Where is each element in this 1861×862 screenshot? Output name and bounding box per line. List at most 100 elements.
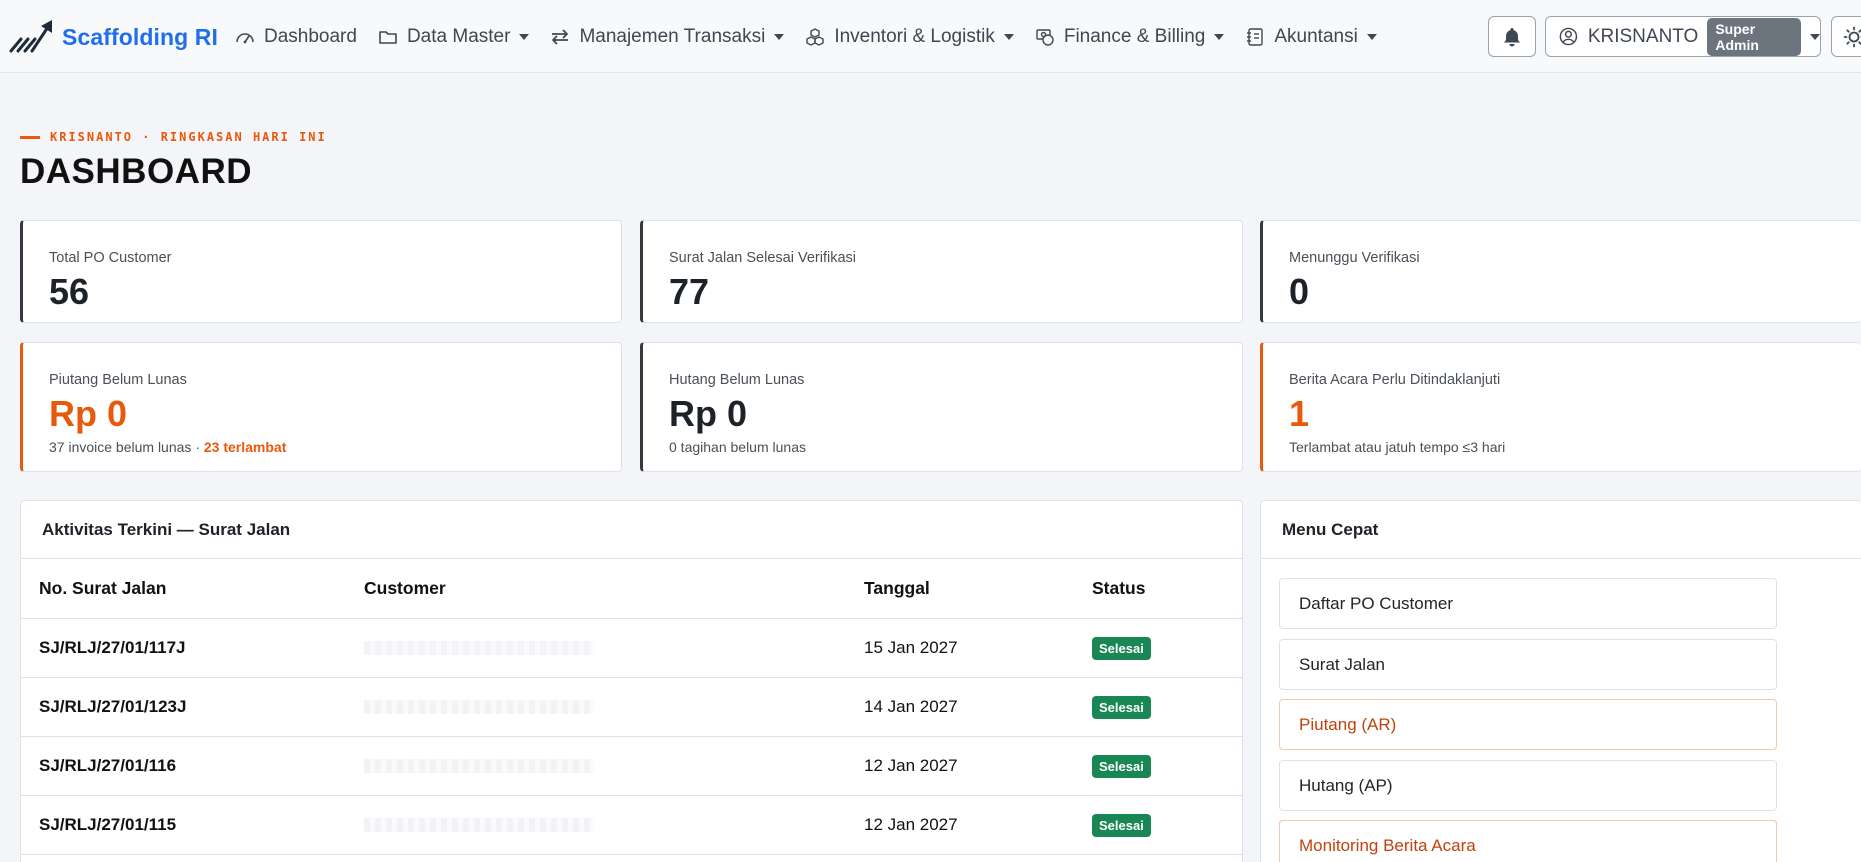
nav-item-akuntansi[interactable]: Akuntansi xyxy=(1245,26,1377,48)
stat-sub-late: 23 terlambat xyxy=(203,439,287,455)
customer-cell xyxy=(346,618,846,678)
date-cell: 14 Jan 2027 xyxy=(846,677,1074,737)
sj-number[interactable]: SJ/RLJ/27/01/115 xyxy=(21,795,346,855)
stat-sub: 37 invoice belum lunas · 23 terlambat xyxy=(49,439,286,455)
date-cell: 15 Jan 2027 xyxy=(846,618,1074,678)
status-badge: Selesai xyxy=(1092,813,1151,837)
bell-icon xyxy=(1504,27,1520,46)
customer-cell xyxy=(346,677,846,737)
main-nav: Dashboard Data Master Manajemen Transaks… xyxy=(235,20,1398,54)
quick-link-surat-jalan[interactable]: Surat Jalan xyxy=(1279,639,1777,690)
stat-card-waiting-verification[interactable]: Menunggu Verifikasi 0 xyxy=(1260,220,1861,323)
nav-item-data-master[interactable]: Data Master xyxy=(378,26,530,48)
table-row[interactable]: SJ/RLJ/27/01/123J 14 Jan 2027 Selesai xyxy=(21,677,1242,737)
activity-panel: Aktivitas Terkini — Surat Jalan No. Sura… xyxy=(20,500,1243,862)
date-cell: 12 Jan 2027 xyxy=(846,736,1074,796)
speedometer-icon xyxy=(236,33,254,44)
eyebrow-text: KRISNANTO · RINGKASAN HARI INI xyxy=(50,130,327,144)
status-badge: Selesai xyxy=(1092,754,1151,778)
stat-value: Rp 0 xyxy=(49,393,128,434)
quick-link-hutang[interactable]: Hutang (AP) xyxy=(1279,760,1777,811)
stat-card-receivables[interactable]: Piutang Belum Lunas Rp 0 37 invoice belu… xyxy=(20,342,622,472)
sj-number[interactable]: SJ/RLJ/27/01/123J xyxy=(21,677,346,737)
redacted-customer xyxy=(364,699,594,714)
customer-cell xyxy=(346,795,846,855)
nav-label: Dashboard xyxy=(264,26,357,47)
status-badge: Selesai xyxy=(1092,636,1151,660)
stat-label: Menunggu Verifikasi xyxy=(1289,250,1420,266)
notifications-button[interactable] xyxy=(1488,16,1536,57)
stat-label: Piutang Belum Lunas xyxy=(49,372,187,388)
brand-name: Scaffolding RI xyxy=(62,23,219,50)
status-cell: Selesai xyxy=(1074,736,1242,796)
redacted-customer xyxy=(364,758,594,773)
caret-down-icon xyxy=(774,34,785,40)
redacted-customer xyxy=(364,817,594,832)
stat-card-sj-verified[interactable]: Surat Jalan Selesai Verifikasi 77 xyxy=(640,220,1243,323)
stat-value: 1 xyxy=(1289,393,1310,434)
stat-card-po-customer[interactable]: Total PO Customer 56 xyxy=(20,220,622,323)
table-row[interactable]: SJ/RLJ/27/01/115 12 Jan 2027 Selesai xyxy=(21,795,1242,855)
folder-icon xyxy=(379,31,397,44)
swap-arrows-icon xyxy=(552,29,569,45)
top-navbar: Scaffolding RI Dashboard Data Master Man… xyxy=(0,0,1861,73)
stat-sub: 0 tagihan belum lunas xyxy=(669,439,806,455)
stat-label: Total PO Customer xyxy=(49,250,172,266)
status-cell: Selesai xyxy=(1074,677,1242,737)
page-eyebrow: KRISNANTO · RINGKASAN HARI INI xyxy=(20,130,327,144)
page-title: DASHBOARD xyxy=(20,152,252,191)
quick-menu-title: Menu Cepat xyxy=(1261,501,1861,559)
caret-down-icon xyxy=(1366,34,1377,40)
journal-icon xyxy=(1247,28,1264,46)
user-name: KRISNANTO xyxy=(1587,25,1699,47)
status-badge: Selesai xyxy=(1092,695,1151,719)
column-header-date[interactable]: Tanggal xyxy=(846,559,1074,619)
table-header-row: No. Surat Jalan Customer Tanggal Status xyxy=(21,559,1242,619)
stat-sub-count: 37 invoice belum lunas xyxy=(49,439,192,455)
nav-item-manajemen-transaksi[interactable]: Manajemen Transaksi xyxy=(550,26,785,48)
column-header-no[interactable]: No. Surat Jalan xyxy=(21,559,346,619)
status-cell: Selesai xyxy=(1074,618,1242,678)
stat-value: Rp 0 xyxy=(669,393,748,434)
caret-down-icon xyxy=(1003,34,1014,40)
status-cell: Selesai xyxy=(1074,795,1242,855)
caret-down-icon xyxy=(519,34,530,40)
nav-label: Manajemen Transaksi xyxy=(579,26,766,47)
redacted-customer xyxy=(364,640,594,655)
nav-item-finance-billing[interactable]: Finance & Billing xyxy=(1035,26,1225,48)
stat-sub: Terlambat atau jatuh tempo ≤3 hari xyxy=(1289,439,1506,455)
sj-number[interactable]: SJ/RLJ/27/01/117J xyxy=(21,618,346,678)
user-circle-icon xyxy=(1559,27,1578,46)
caret-down-icon xyxy=(1214,34,1225,40)
stat-card-payables[interactable]: Hutang Belum Lunas Rp 0 0 tagihan belum … xyxy=(640,342,1243,472)
quick-link-berita-acara[interactable]: Monitoring Berita Acara xyxy=(1279,820,1777,862)
table-row[interactable]: SJ/RLJ/27/01/116 12 Jan 2027 Selesai xyxy=(21,736,1242,796)
quick-link-po-customer[interactable]: Daftar PO Customer xyxy=(1279,578,1777,629)
stat-value: 77 xyxy=(669,271,710,312)
eyebrow-accent-line xyxy=(20,135,40,139)
theme-toggle-button[interactable] xyxy=(1831,16,1861,57)
stat-value: 56 xyxy=(49,271,90,312)
stat-value: 0 xyxy=(1289,271,1310,312)
activity-panel-title: Aktivitas Terkini — Surat Jalan xyxy=(21,501,1242,559)
nav-label: Inventori & Logistik xyxy=(834,26,995,47)
user-menu-button[interactable]: KRISNANTO Super Admin xyxy=(1545,16,1821,57)
stat-label: Berita Acara Perlu Ditindaklanjuti xyxy=(1289,372,1501,388)
activity-table: No. Surat Jalan Customer Tanggal Status … xyxy=(21,559,1242,855)
nav-item-dashboard[interactable]: Dashboard xyxy=(235,26,357,48)
boxes-icon xyxy=(806,28,825,46)
column-header-status[interactable]: Status xyxy=(1074,559,1242,619)
sj-number[interactable]: SJ/RLJ/27/01/116 xyxy=(21,736,346,796)
stat-card-minutes[interactable]: Berita Acara Perlu Ditindaklanjuti 1 Ter… xyxy=(1260,342,1861,472)
stat-sub-separator: · xyxy=(195,439,200,455)
customer-cell xyxy=(346,736,846,796)
quick-link-piutang[interactable]: Piutang (AR) xyxy=(1279,699,1777,750)
nav-label: Data Master xyxy=(406,26,511,47)
table-row[interactable]: SJ/RLJ/27/01/117J 15 Jan 2027 Selesai xyxy=(21,618,1242,678)
column-header-customer[interactable]: Customer xyxy=(346,559,846,619)
stat-label: Surat Jalan Selesai Verifikasi xyxy=(669,250,856,266)
date-cell: 12 Jan 2027 xyxy=(846,795,1074,855)
role-badge: Super Admin xyxy=(1707,17,1801,56)
brand[interactable]: Scaffolding RI xyxy=(8,18,218,56)
nav-item-inventori-logistik[interactable]: Inventori & Logistik xyxy=(805,26,1014,48)
